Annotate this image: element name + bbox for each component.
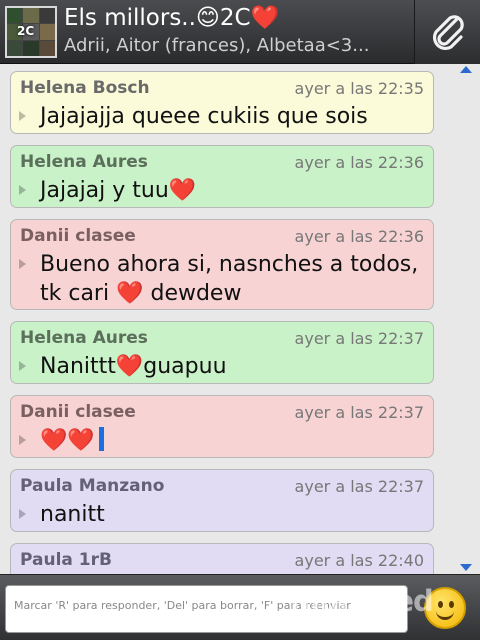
group-avatar[interactable]: 2C	[5, 6, 57, 58]
message-sender: Paula Manzano	[20, 476, 165, 496]
message-list[interactable]: Helena Bosch ayer a las 22:35 Jajajajja …	[0, 64, 480, 574]
chat-header: 2C Els millors..😊2C❤️ Adrii, Aitor (fran…	[0, 0, 480, 64]
message-arrow-icon	[19, 259, 26, 269]
message-time: ayer a las 22:37	[294, 477, 424, 496]
watermark-url: screenmuncher.com	[292, 613, 404, 626]
message-text: Jajajajja queee cukiis que sois	[40, 104, 368, 129]
message-time: ayer a las 22:37	[294, 329, 424, 348]
attach-button[interactable]	[414, 0, 480, 64]
message-sender: Danii clasee	[20, 226, 136, 246]
message-bubble[interactable]: Paula Manzano ayer a las 22:37 nanitt	[10, 469, 434, 532]
message-text: Nanittt❤️guapuu	[40, 354, 227, 379]
message-arrow-icon	[19, 111, 26, 121]
scroll-up-icon[interactable]	[460, 66, 472, 73]
message-bubble[interactable]: Helena Aures ayer a las 22:37 Nanittt❤️g…	[10, 321, 434, 384]
message-arrow-icon	[19, 185, 26, 195]
message-text: Jajajaj y tuu❤️	[40, 178, 197, 203]
message-arrow-icon	[19, 509, 26, 519]
message-text-content: ❤️❤️	[40, 428, 95, 453]
message-sender: Paula 1rB	[20, 550, 112, 570]
message-time: ayer a las 22:36	[294, 227, 424, 246]
message-sender: Helena Aures	[20, 328, 148, 348]
message-arrow-icon	[19, 435, 26, 445]
message-text: Bueno ahora si, nasnches a todos, tk car…	[40, 252, 419, 306]
message-time: ayer a las 22:35	[294, 79, 424, 98]
message-sender: Helena Aures	[20, 152, 148, 172]
message-bubble[interactable]: Danii clasee ayer a las 22:37 ❤️❤️	[10, 395, 434, 458]
chat-members[interactable]: Adrii, Aitor (frances), Albetaa<3...	[64, 35, 409, 56]
group-avatar-label: 2C	[17, 24, 35, 38]
message-bubble[interactable]: Helena Bosch ayer a las 22:35 Jajajajja …	[10, 71, 434, 134]
paperclip-icon	[432, 15, 464, 51]
message-time: ayer a las 22:36	[294, 153, 424, 172]
message-bubble[interactable]: Helena Aures ayer a las 22:36 Jajajaj y …	[10, 145, 434, 208]
message-time: ayer a las 22:37	[294, 403, 424, 422]
message-sender: Helena Bosch	[20, 78, 150, 98]
scroll-down-icon[interactable]	[460, 564, 472, 571]
message-arrow-icon	[19, 361, 26, 371]
message-sender: Danii clasee	[20, 402, 136, 422]
message-text: nanitt	[40, 502, 105, 527]
message-bubble[interactable]: Paula 1rB ayer a las 22:40	[10, 543, 434, 574]
message-bubble[interactable]: Danii clasee ayer a las 22:36 Bueno ahor…	[10, 219, 434, 310]
message-text: ❤️❤️	[40, 426, 421, 455]
selection-cursor	[98, 427, 104, 451]
chat-title[interactable]: Els millors..😊2C❤️	[64, 4, 279, 31]
message-time: ayer a las 22:40	[294, 551, 424, 570]
